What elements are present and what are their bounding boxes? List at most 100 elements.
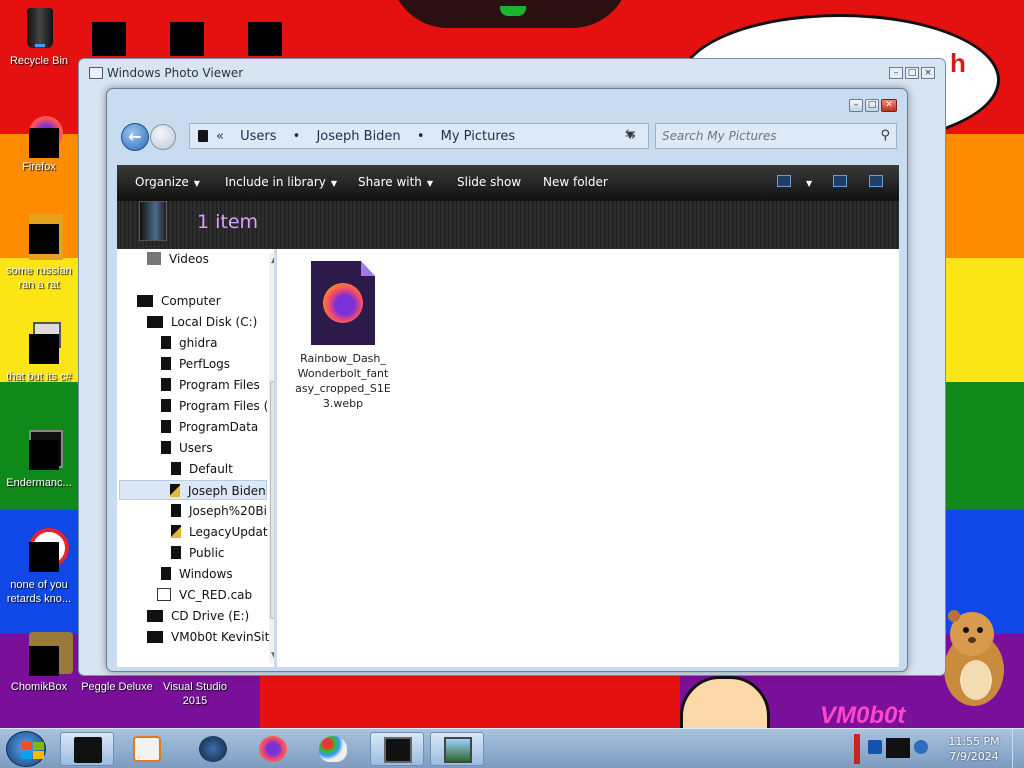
desktop-icon-some-russian[interactable]: some russian ran a rat	[0, 214, 78, 292]
maximize-button[interactable]: □	[905, 67, 919, 79]
tree-item-vc-red-cab[interactable]: VC_RED.cab	[157, 585, 252, 605]
tree-item-legacyupdate[interactable]: LegacyUpdat	[171, 522, 268, 542]
desktop-icon-redacted[interactable]	[92, 22, 126, 56]
desktop-icon-label: Recycle Bin	[9, 55, 69, 67]
explorer-window[interactable]: – □ ✕ ← « Users • Joseph Biden • My Pict…	[106, 88, 908, 672]
scroll-down-icon[interactable]: ▼	[271, 651, 274, 661]
view-options-icon[interactable]	[777, 175, 791, 187]
tray-sound-icon[interactable]	[914, 740, 928, 754]
app-icon	[15, 528, 69, 576]
window-title: Windows Photo Viewer	[107, 66, 244, 80]
taskbar-photo-viewer-button[interactable]	[430, 732, 484, 766]
computer-icon	[137, 295, 153, 307]
tree-item-programdata[interactable]: ProgramData	[161, 417, 258, 437]
cab-file-icon	[157, 588, 171, 601]
desktop-icon-redacted[interactable]	[170, 22, 204, 56]
search-box[interactable]: ⚲	[655, 123, 897, 149]
details-header: 1 item	[117, 201, 899, 249]
videos-icon	[147, 252, 161, 265]
close-button[interactable]: ✕	[881, 99, 897, 112]
search-icon[interactable]: ⚲	[880, 128, 890, 143]
tree-item-default[interactable]: Default	[171, 459, 233, 479]
desktop-icon-endermanch[interactable]: Endermanc...	[0, 426, 78, 490]
share-with-button[interactable]: Share with ▼	[358, 175, 433, 189]
desktop-icon-recycle-bin[interactable]: Recycle Bin	[0, 4, 78, 68]
close-button[interactable]: ×	[921, 67, 935, 79]
folder-icon	[171, 462, 181, 475]
start-button[interactable]	[6, 731, 46, 767]
scrollbar-thumb[interactable]	[270, 381, 274, 619]
tree-item-windows[interactable]: Windows	[161, 564, 233, 584]
folder-icon	[161, 420, 171, 433]
chomikbox-icon	[15, 630, 73, 678]
slide-show-button[interactable]: Slide show	[457, 175, 521, 189]
tree-item-program-files[interactable]: Program Files	[161, 375, 260, 395]
tree-item-perflogs[interactable]: PerfLogs	[161, 354, 230, 374]
tree-item-ghidra[interactable]: ghidra	[161, 333, 217, 353]
tree-item-computer[interactable]: Computer	[137, 291, 221, 311]
tray-app-icon[interactable]	[886, 738, 910, 758]
view-dropdown-icon[interactable]: ▼	[801, 175, 812, 189]
breadcrumb-my-pictures[interactable]: My Pictures	[441, 129, 516, 144]
tree-item-cd-drive[interactable]: CD Drive (E:)	[147, 606, 249, 626]
taskbar-explorer-button[interactable]	[60, 732, 114, 766]
tree-item-users[interactable]: Users	[161, 438, 213, 458]
desktop-icon-visual-studio[interactable]: Visual Studio 2015	[156, 680, 234, 708]
tray-flag-icon[interactable]	[854, 734, 860, 764]
breadcrumb-overflow[interactable]: «	[216, 129, 224, 144]
taskbar-firefox-button[interactable]	[246, 732, 300, 766]
minimize-button[interactable]: –	[849, 99, 863, 112]
maximize-button[interactable]: □	[865, 99, 879, 112]
search-input[interactable]	[662, 127, 862, 145]
tree-item-joseph20bi[interactable]: Joseph%20Bi	[171, 501, 267, 521]
tray-network-icon[interactable]	[868, 740, 882, 754]
show-desktop-button[interactable]	[1012, 729, 1024, 768]
navigation-pane[interactable]: Videos Computer Local Disk (C:) ghidra P…	[117, 249, 274, 667]
clock[interactable]: 11:55 PM 7/9/2024	[942, 734, 1006, 764]
clock-time: 11:55 PM	[948, 735, 1000, 748]
include-in-library-button[interactable]: Include in library ▼	[225, 175, 337, 189]
tree-item-joseph-biden[interactable]: Joseph Biden	[119, 480, 267, 500]
file-list[interactable]: Rainbow_Dash_Wonderbolt_fantasy_cropped_…	[277, 249, 899, 667]
organize-button[interactable]: Organize ▼	[135, 175, 200, 189]
forward-button[interactable]	[150, 124, 176, 150]
desktop-icon-label: Peggle Deluxe	[81, 681, 153, 693]
desktop-icon-label: that but its c#	[6, 371, 72, 383]
refresh-icon[interactable]: ⇆	[625, 127, 636, 142]
desktop-icon-redacted[interactable]	[248, 22, 282, 56]
breadcrumb-separator-icon[interactable]: •	[293, 129, 301, 144]
firefox-icon	[259, 736, 287, 762]
media-player-icon	[133, 736, 161, 762]
firefox-icon	[15, 110, 63, 158]
taskbar-media-player-button[interactable]	[120, 732, 174, 766]
desktop-icon-peggle[interactable]: Peggle Deluxe	[78, 680, 156, 694]
back-button[interactable]: ←	[121, 123, 149, 151]
breadcrumb-users[interactable]: Users	[240, 129, 276, 144]
user-folder-icon	[171, 525, 181, 538]
file-item[interactable]: Rainbow_Dash_Wonderbolt_fantasy_cropped_…	[295, 261, 391, 411]
folder-icon	[161, 336, 171, 349]
desktop-icon-that-but-c-sharp[interactable]: that but its c#	[0, 320, 78, 384]
breadcrumb-separator-icon[interactable]: •	[417, 129, 425, 144]
desktop-icon-chomikbox[interactable]: ChomikBox	[0, 630, 78, 694]
tree-item-program-files-x86[interactable]: Program Files (	[161, 396, 268, 416]
tree-item-public[interactable]: Public	[171, 543, 225, 563]
breadcrumb-joseph-biden[interactable]: Joseph Biden	[316, 129, 400, 144]
address-bar[interactable]: « Users • Joseph Biden • My Pictures ▼	[189, 123, 649, 149]
taskbar-globe-button[interactable]	[186, 732, 240, 766]
desktop-icon-label: ChomikBox	[10, 681, 68, 693]
taskbar-window-button[interactable]	[370, 732, 424, 766]
desktop-icon-none-of-you[interactable]: none of you retards kno...	[0, 528, 78, 606]
desktop-icon-firefox[interactable]: Firefox	[0, 110, 78, 174]
file-name: Rainbow_Dash_Wonderbolt_fantasy_cropped_…	[295, 352, 391, 410]
tree-item-videos[interactable]: Videos	[147, 249, 209, 269]
tree-item-vm0b0t[interactable]: VM0b0t KevinSite	[147, 627, 274, 647]
help-icon[interactable]	[869, 175, 883, 187]
new-folder-button[interactable]: New folder	[543, 175, 608, 189]
preview-pane-icon[interactable]	[833, 175, 847, 187]
tree-item-local-disk[interactable]: Local Disk (C:)	[147, 312, 257, 332]
folder-icon	[161, 567, 171, 580]
scroll-up-icon[interactable]: ▲	[271, 255, 274, 265]
taskbar-paint-button[interactable]	[306, 732, 360, 766]
minimize-button[interactable]: –	[889, 67, 903, 79]
